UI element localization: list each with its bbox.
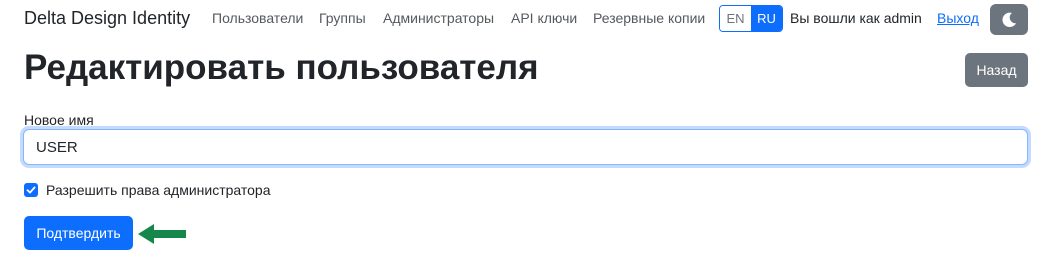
new-name-input[interactable] [23, 129, 1028, 165]
back-button[interactable]: Назад [965, 53, 1028, 87]
language-switcher: EN RU [719, 5, 783, 32]
nav-link-groups[interactable]: Группы [319, 10, 366, 26]
page-title: Редактировать пользователя [24, 48, 539, 87]
moon-icon [1002, 12, 1017, 27]
nav-link-admins[interactable]: Администраторы [383, 10, 494, 26]
checkmark-icon [26, 186, 36, 194]
nav-link-backups[interactable]: Резервные копии [593, 10, 705, 26]
logged-in-text: Вы вошли как admin [790, 10, 922, 26]
lang-ru-button[interactable]: RU [751, 6, 782, 31]
submit-button[interactable]: Подтвердить [24, 216, 133, 250]
nav-link-users[interactable]: Пользователи [212, 10, 303, 26]
admin-rights-label[interactable]: Разрешить права администратора [46, 182, 271, 198]
navbar: Delta Design Identity Пользователи Групп… [0, 0, 1064, 40]
new-name-label: Новое имя [24, 112, 94, 128]
arrow-left-icon [138, 224, 186, 244]
brand-title[interactable]: Delta Design Identity [24, 8, 190, 29]
lang-en-button[interactable]: EN [720, 6, 751, 31]
logout-link[interactable]: Выход [937, 10, 979, 26]
admin-rights-checkbox[interactable] [24, 183, 38, 197]
theme-toggle-button[interactable] [990, 4, 1028, 35]
nav-link-api-keys[interactable]: API ключи [511, 10, 577, 26]
